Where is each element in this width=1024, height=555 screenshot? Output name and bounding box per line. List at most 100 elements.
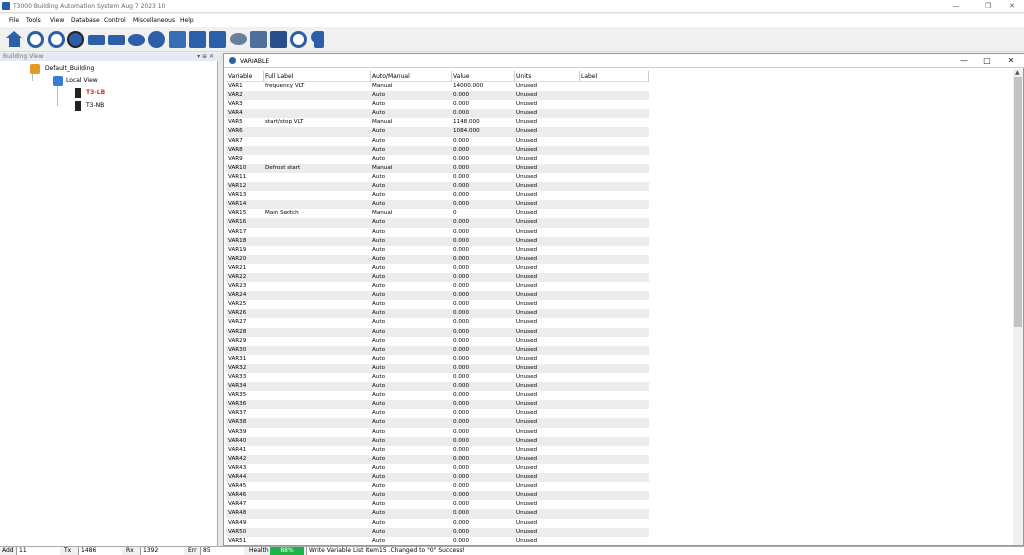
column-header-value[interactable]: Value bbox=[453, 73, 469, 80]
table-row[interactable]: VAR10 Defrost start Manual 0.000 Unused bbox=[226, 163, 649, 173]
cell-full-label[interactable]: start/stop VLT bbox=[265, 118, 303, 127]
cell-units[interactable]: Unused bbox=[516, 482, 537, 491]
table-row[interactable]: VAR7 Auto 0.000 Unused bbox=[226, 137, 649, 146]
cell-units[interactable]: Unused bbox=[516, 173, 537, 182]
cell-value[interactable]: 0.000 bbox=[453, 537, 469, 545]
cell-auto-manual[interactable]: Auto bbox=[372, 519, 385, 528]
cell-units[interactable]: Unused bbox=[516, 137, 537, 146]
cell-value[interactable]: 0.000 bbox=[453, 473, 469, 482]
cell-units[interactable]: Unused bbox=[516, 255, 537, 264]
cell-value[interactable]: 0.000 bbox=[453, 191, 469, 200]
cell-full-label[interactable]: Main Switch bbox=[265, 209, 299, 218]
table-row[interactable]: VAR46 Auto 0.000 Unused bbox=[226, 491, 649, 501]
cell-auto-manual[interactable]: Auto bbox=[372, 155, 385, 164]
table-row[interactable]: VAR12 Auto 0.000 Unused bbox=[226, 182, 649, 192]
table-row[interactable]: VAR11 Auto 0.000 Unused bbox=[226, 173, 649, 182]
cell-units[interactable]: Unused bbox=[516, 237, 537, 246]
cell-value[interactable]: 0.000 bbox=[453, 428, 469, 437]
cell-variable[interactable]: VAR11 bbox=[228, 173, 246, 182]
menu-file[interactable]: File bbox=[9, 17, 19, 24]
cell-value[interactable]: 0.000 bbox=[453, 282, 469, 291]
cell-units[interactable]: Unused bbox=[516, 200, 537, 209]
cell-variable[interactable]: VAR10 bbox=[228, 164, 246, 173]
menu-control[interactable]: Control bbox=[104, 17, 126, 24]
cell-units[interactable]: Unused bbox=[516, 91, 537, 100]
cell-variable[interactable]: VAR19 bbox=[228, 246, 246, 255]
table-row[interactable]: VAR38 Auto 0.000 Unused bbox=[226, 418, 649, 428]
cell-value[interactable]: 0.000 bbox=[453, 146, 469, 155]
table-row[interactable]: VAR17 Auto 0.000 Unused bbox=[226, 228, 649, 237]
cell-variable[interactable]: VAR31 bbox=[228, 355, 246, 364]
cell-value[interactable]: 0.000 bbox=[453, 519, 469, 528]
cell-variable[interactable]: VAR38 bbox=[228, 418, 246, 427]
menu-view[interactable]: View bbox=[50, 17, 64, 24]
cell-auto-manual[interactable]: Auto bbox=[372, 109, 385, 118]
cell-variable[interactable]: VAR5 bbox=[228, 118, 243, 127]
cell-value[interactable]: 0.000 bbox=[453, 218, 469, 227]
table-row[interactable]: VAR33 Auto 0.000 Unused bbox=[226, 373, 649, 382]
cell-value[interactable]: 0.000 bbox=[453, 237, 469, 246]
cell-auto-manual[interactable]: Auto bbox=[372, 273, 385, 282]
table-row[interactable]: VAR23 Auto 0.000 Unused bbox=[226, 282, 649, 291]
table-row[interactable]: VAR47 Auto 0.000 Unused bbox=[226, 500, 649, 509]
panel-controls[interactable]: ▾ ⊕ ✕ bbox=[197, 53, 214, 61]
cell-variable[interactable]: VAR41 bbox=[228, 446, 246, 455]
table-row[interactable]: VAR16 Auto 0.000 Unused bbox=[226, 218, 649, 228]
grid-icon[interactable] bbox=[169, 31, 186, 48]
table-row[interactable]: VAR34 Auto 0.000 Unused bbox=[226, 382, 649, 392]
cell-variable[interactable]: VAR1 bbox=[228, 82, 243, 91]
column-divider[interactable] bbox=[579, 71, 580, 82]
cell-variable[interactable]: VAR30 bbox=[228, 346, 246, 355]
cell-auto-manual[interactable]: Auto bbox=[372, 473, 385, 482]
table-row[interactable]: VAR3 Auto 0.000 Unused bbox=[226, 100, 649, 109]
menu-database[interactable]: Database bbox=[71, 17, 100, 24]
cell-auto-manual[interactable]: Auto bbox=[372, 382, 385, 391]
cell-variable[interactable]: VAR35 bbox=[228, 391, 246, 400]
cell-value[interactable]: 0.000 bbox=[453, 409, 469, 418]
table-row[interactable]: VAR8 Auto 0.000 Unused bbox=[226, 145, 649, 155]
table-row[interactable]: VAR24 Auto 0.000 Unused bbox=[226, 291, 649, 301]
close-button[interactable]: ✕ bbox=[1001, 55, 1021, 67]
cell-variable[interactable]: VAR15 bbox=[228, 209, 246, 218]
cell-auto-manual[interactable]: Auto bbox=[372, 264, 385, 273]
table-row[interactable]: VAR29 Auto 0.000 Unused bbox=[226, 337, 649, 346]
column-header-auto-manual[interactable]: Auto/Manual bbox=[372, 73, 410, 80]
cell-value[interactable]: 0.000 bbox=[453, 437, 469, 446]
table-row[interactable]: VAR19 Auto 0.000 Unused bbox=[226, 246, 649, 255]
cell-auto-manual[interactable]: Auto bbox=[372, 455, 385, 464]
cell-value[interactable]: 0 bbox=[453, 209, 457, 218]
cell-units[interactable]: Unused bbox=[516, 118, 537, 127]
cell-auto-manual[interactable]: Auto bbox=[372, 482, 385, 491]
cell-units[interactable]: Unused bbox=[516, 509, 537, 518]
cell-units[interactable]: Unused bbox=[516, 218, 537, 227]
cell-value[interactable]: 0.000 bbox=[453, 300, 469, 309]
table-row[interactable]: VAR48 Auto 0.000 Unused bbox=[226, 509, 649, 519]
scrollbar-thumb[interactable] bbox=[1014, 77, 1022, 327]
close-button[interactable]: ✕ bbox=[1001, 1, 1023, 12]
cell-variable[interactable]: VAR8 bbox=[228, 146, 243, 155]
cell-auto-manual[interactable]: Auto bbox=[372, 91, 385, 100]
table-row[interactable]: VAR42 Auto 0.000 Unused bbox=[226, 454, 649, 464]
cell-units[interactable]: Unused bbox=[516, 382, 537, 391]
cell-variable[interactable]: VAR32 bbox=[228, 364, 246, 373]
cell-auto-manual[interactable]: Auto bbox=[372, 237, 385, 246]
cell-value[interactable]: 0.000 bbox=[453, 346, 469, 355]
cell-units[interactable]: Unused bbox=[516, 182, 537, 191]
table-row[interactable]: VAR13 Auto 0.000 Unused bbox=[226, 191, 649, 200]
cell-variable[interactable]: VAR16 bbox=[228, 218, 246, 227]
cell-variable[interactable]: VAR28 bbox=[228, 328, 246, 337]
cell-variable[interactable]: VAR23 bbox=[228, 282, 246, 291]
cell-units[interactable]: Unused bbox=[516, 528, 537, 537]
cell-value[interactable]: 0.000 bbox=[453, 482, 469, 491]
cell-variable[interactable]: VAR36 bbox=[228, 400, 246, 409]
minimize-button[interactable]: — bbox=[945, 1, 967, 12]
globe-icon[interactable] bbox=[67, 31, 84, 48]
column-divider[interactable] bbox=[370, 71, 371, 82]
cell-variable[interactable]: VAR29 bbox=[228, 337, 246, 346]
cell-auto-manual[interactable]: Auto bbox=[372, 318, 385, 327]
cell-value[interactable]: 0.000 bbox=[453, 309, 469, 318]
cell-full-label[interactable]: Defrost start bbox=[265, 164, 300, 173]
column-header-full-label[interactable]: Full Label bbox=[265, 73, 293, 80]
tree-node-t3-lb[interactable]: T3-LB bbox=[86, 89, 105, 96]
table-row[interactable]: VAR49 Auto 0.000 Unused bbox=[226, 519, 649, 528]
